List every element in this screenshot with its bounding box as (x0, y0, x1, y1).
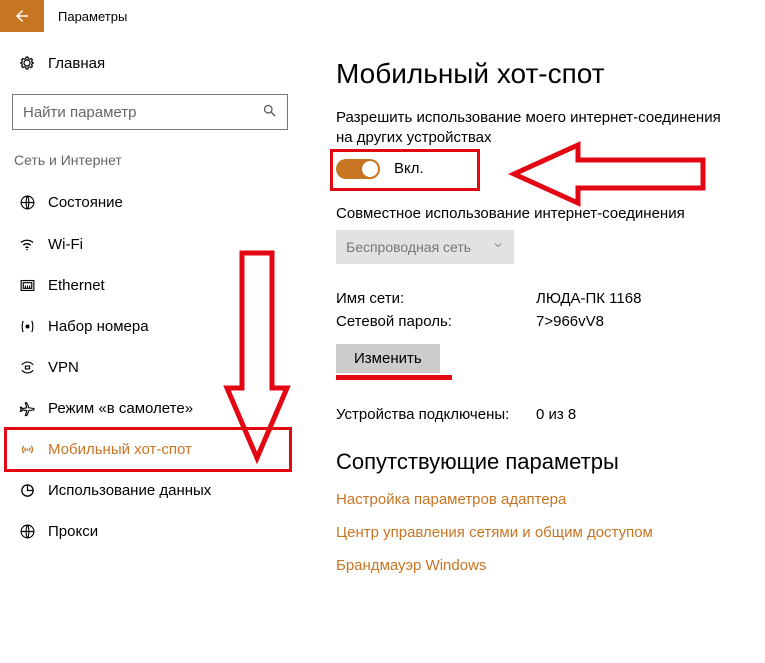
datausage-icon (14, 482, 40, 499)
sidebar-item-label: Использование данных (48, 482, 211, 499)
dropdown-value: Беспроводная сеть (346, 239, 471, 255)
sidebar-item-hotspot[interactable]: Мобильный хот-спот (10, 429, 290, 470)
dialup-icon (14, 318, 40, 335)
airplane-icon (14, 400, 40, 417)
sidebar-item-dialup[interactable]: Набор номера (10, 306, 290, 347)
sidebar-item-ethernet[interactable]: Ethernet (10, 265, 290, 306)
search-box[interactable] (12, 94, 288, 130)
sidebar-item-airplane[interactable]: Режим «в самолете» (10, 388, 290, 429)
sidebar-item-label: Мобильный хот-спот (48, 441, 192, 458)
sidebar-item-proxy[interactable]: Прокси (10, 511, 290, 552)
sidebar-item-label: Режим «в самолете» (48, 400, 193, 417)
sidebar-item-label: Ethernet (48, 277, 105, 294)
sidebar-home[interactable]: Главная (10, 46, 290, 80)
search-icon (262, 103, 277, 121)
window-title: Параметры (58, 9, 127, 24)
share-toggle[interactable] (336, 159, 380, 179)
sidebar-home-label: Главная (48, 55, 105, 72)
devices-connected-label: Устройства подключены: (336, 406, 536, 423)
edit-button[interactable]: Изменить (336, 344, 440, 373)
back-button[interactable] (0, 0, 44, 32)
network-name-value: ЛЮДА-ПК 1168 (536, 290, 641, 307)
network-name-label: Имя сети: (336, 290, 536, 307)
share-from-dropdown: Беспроводная сеть (336, 230, 514, 264)
sidebar-item-status[interactable]: Состояние (10, 182, 290, 223)
toggle-state-label: Вкл. (394, 160, 424, 177)
sidebar-item-datausage[interactable]: Использование данных (10, 470, 290, 511)
arrow-left-icon (13, 7, 31, 25)
proxy-icon (14, 523, 40, 540)
sidebar-item-label: Состояние (48, 194, 123, 211)
devices-connected-value: 0 из 8 (536, 406, 576, 423)
share-from-label: Совместное использование интернет-соедин… (336, 205, 741, 222)
sidebar-item-label: VPN (48, 359, 79, 376)
globe-icon (14, 194, 40, 211)
sidebar-item-label: Набор номера (48, 318, 149, 335)
search-input[interactable] (23, 104, 262, 121)
toggle-knob (362, 161, 378, 177)
network-password-value: 7>966vV8 (536, 313, 604, 330)
sidebar-item-label: Wi-Fi (48, 236, 83, 253)
wifi-icon (14, 235, 40, 253)
hotspot-icon (14, 441, 40, 458)
ethernet-icon (14, 277, 40, 294)
sidebar-item-label: Прокси (48, 523, 98, 540)
annotation-underline (336, 375, 452, 380)
page-title: Мобильный хот-спот (336, 58, 741, 90)
sidebar-item-wifi[interactable]: Wi-Fi (10, 223, 290, 265)
network-password-label: Сетевой пароль: (336, 313, 536, 330)
link-adapter-settings[interactable]: Настройка параметров адаптера (336, 491, 741, 508)
sidebar-section-header: Сеть и Интернет (10, 148, 290, 182)
link-network-center[interactable]: Центр управления сетями и общим доступом (336, 524, 741, 541)
link-firewall[interactable]: Брандмауэр Windows (336, 557, 741, 574)
share-description: Разрешить использование моего интернет-с… (336, 108, 741, 149)
gear-icon (14, 54, 40, 72)
related-settings-title: Сопутствующие параметры (336, 449, 741, 475)
vpn-icon (14, 359, 40, 376)
chevron-down-icon (492, 239, 504, 254)
sidebar-item-vpn[interactable]: VPN (10, 347, 290, 388)
